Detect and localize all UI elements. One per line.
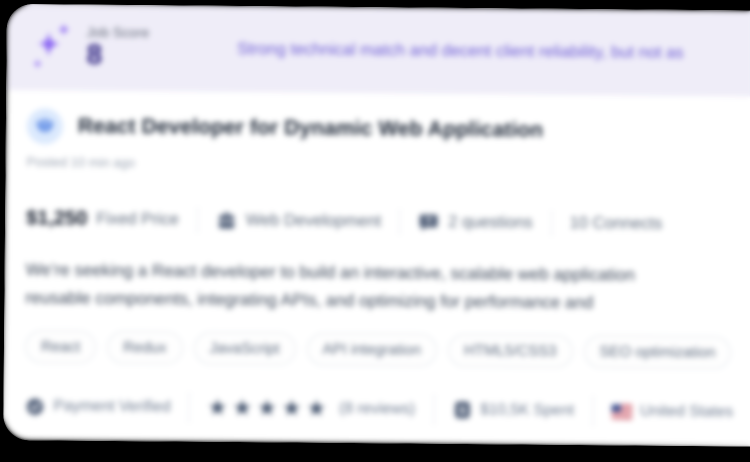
spent-amount: $10,5K Spent: [480, 401, 575, 419]
skill-tag[interactable]: API integration: [306, 332, 438, 367]
stats-row: $1,250 Fixed Price Web Development ? 2 q…: [26, 205, 750, 239]
title-row: React Developer for Dynamic Web Applicat…: [26, 108, 750, 151]
verified-badge-icon: [26, 397, 44, 415]
divider: [399, 208, 401, 236]
job-score-summary: Strong technical match and decent client…: [237, 39, 684, 62]
job-title[interactable]: React Developer for Dynamic Web Applicat…: [78, 115, 543, 143]
description-line-2: reusable components, integrating APIs, a…: [25, 288, 594, 313]
svg-text:?: ?: [425, 216, 432, 228]
job-card-body: React Developer for Dynamic Web Applicat…: [3, 90, 750, 429]
divider: [550, 209, 552, 237]
svg-text:$: $: [459, 405, 465, 417]
client-country: United States: [640, 402, 734, 421]
reviews-count: (8 reviews): [339, 399, 416, 418]
payment-verified-label: Payment Verified: [53, 397, 171, 416]
question-bubble-icon: ?: [419, 214, 438, 231]
job-score-block: Job Score 8: [86, 25, 149, 71]
star-icon: ★: [306, 395, 327, 421]
star-rating: ★ ★ ★ ★ ★: [207, 394, 332, 421]
price-type-label: Fixed Price: [96, 209, 179, 229]
job-description: We’re seeking a React developer to build…: [25, 256, 750, 319]
briefcase-icon: [218, 212, 234, 229]
banknote-icon: $: [454, 401, 470, 419]
job-score-banner: Job Score 8 Strong technical match and d…: [6, 4, 750, 97]
screenshot-frame: Job Score 8 Strong technical match and d…: [0, 0, 750, 462]
category-label: Web Development: [245, 211, 382, 231]
skill-tag[interactable]: SEO optimization: [583, 335, 732, 370]
job-card[interactable]: Job Score 8 Strong technical match and d…: [3, 4, 750, 447]
star-icon: ★: [257, 395, 277, 421]
skill-tags: React Redux JavaScript API integration H…: [24, 330, 750, 370]
star-icon: ★: [281, 395, 302, 421]
divider: [432, 393, 435, 426]
skill-tag[interactable]: HTML5/CSS3: [447, 333, 573, 368]
skill-tag[interactable]: Redux: [107, 330, 183, 365]
job-price: $1,250: [26, 207, 88, 230]
us-flag-icon: [611, 403, 633, 419]
sparkles-icon: [33, 23, 70, 69]
connects-label: 10 Connects: [569, 213, 663, 233]
star-icon: ★: [232, 394, 253, 421]
skill-tag[interactable]: React: [24, 330, 97, 364]
skill-tag[interactable]: JavaScript: [193, 331, 296, 366]
divider: [196, 206, 198, 234]
questions-label: 2 questions: [448, 212, 533, 232]
divider: [188, 391, 190, 424]
gem-icon: [26, 108, 64, 145]
job-score-value: 8: [86, 38, 103, 70]
client-info-row: Payment Verified ★ ★ ★ ★ ★ (8 reviews) $…: [24, 390, 750, 429]
star-icon: ★: [207, 394, 228, 420]
posted-time: Posted 10 min ago: [26, 154, 136, 171]
divider: [591, 395, 594, 428]
